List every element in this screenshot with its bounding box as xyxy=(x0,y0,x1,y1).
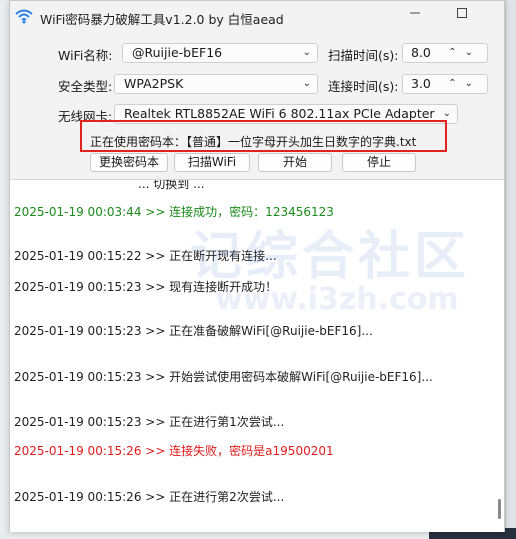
connect-time-label: 连接时间(s): xyxy=(328,79,399,94)
title-bar[interactable]: WiFi密码暴力破解工具v1.2.0 by 白恒aead xyxy=(10,1,504,33)
log-line: 2025-01-19 00:15:26 >> 连接失败，密码是a19500201 xyxy=(14,444,334,458)
log-line: 2025-01-19 00:15:23 >> 开始尝试使用密码本破解WiFi[@… xyxy=(14,370,433,384)
dict-status-text: 正在使用密码本：【普通】一位字母开头加生日数字的字典.txt xyxy=(90,135,417,149)
watermark-text: 记综合社区 xyxy=(190,227,471,287)
chevron-down-icon: ⌄ xyxy=(302,47,311,58)
spin-arrows-icon[interactable]: ⌃⌄ xyxy=(448,44,481,62)
scan-time-label: 扫描时间(s): xyxy=(328,48,399,63)
background-app-left xyxy=(0,0,9,539)
log-line: 2025-01-19 00:15:23 >> 正在进行第1次尝试... xyxy=(14,415,285,429)
scan-wifi-button[interactable]: 扫描WiFi xyxy=(174,153,250,172)
scan-time-spinbox[interactable]: 8.0 ⌃⌄ xyxy=(402,43,488,63)
stop-button[interactable]: 停止 xyxy=(342,153,416,172)
wifi-logo-icon xyxy=(15,9,33,24)
scan-time-value: 8.0 xyxy=(411,45,431,60)
maximize-icon[interactable] xyxy=(442,3,482,29)
chevron-down-icon: ⌄ xyxy=(302,78,311,89)
scrollbar-thumb[interactable] xyxy=(498,499,501,519)
spin-arrows-icon[interactable]: ⌃⌄ xyxy=(448,75,481,93)
adapter-value: Realtek RTL8852AE WiFi 6 802.11ax PCIe A… xyxy=(124,106,435,121)
security-type-select[interactable]: WPA2PSK ⌄ xyxy=(114,74,318,94)
connect-time-value: 3.0 xyxy=(411,76,431,91)
log-line: 2025-01-19 00:15:26 >> 正在进行第2次尝试... xyxy=(14,490,285,504)
connect-time-spinbox[interactable]: 3.0 ⌃⌄ xyxy=(402,74,488,94)
log-line-partial: ... 切换到 ... xyxy=(138,179,205,191)
start-button[interactable]: 开始 xyxy=(258,153,332,172)
security-type-value: WPA2PSK xyxy=(124,76,184,91)
wifi-name-select[interactable]: @Ruijie-bEF16 ⌄ xyxy=(122,43,318,63)
background-app-right xyxy=(505,0,516,539)
watermark-url: www.i3zh.com xyxy=(215,282,459,317)
wifi-name-label: WiFi名称: xyxy=(58,48,113,63)
wifi-name-value: @Ruijie-bEF16 xyxy=(132,45,223,60)
window-title: WiFi密码暴力破解工具v1.2.0 by 白恒aead xyxy=(40,12,284,27)
security-type-label: 安全类型: xyxy=(58,79,113,94)
minimize-icon[interactable] xyxy=(395,3,435,29)
log-scrollbar[interactable] xyxy=(496,179,504,531)
log-line: 2025-01-19 00:15:23 >> 正在准备破解WiFi[@Ruiji… xyxy=(14,324,373,338)
change-dict-button[interactable]: 更换密码本 xyxy=(90,153,168,172)
